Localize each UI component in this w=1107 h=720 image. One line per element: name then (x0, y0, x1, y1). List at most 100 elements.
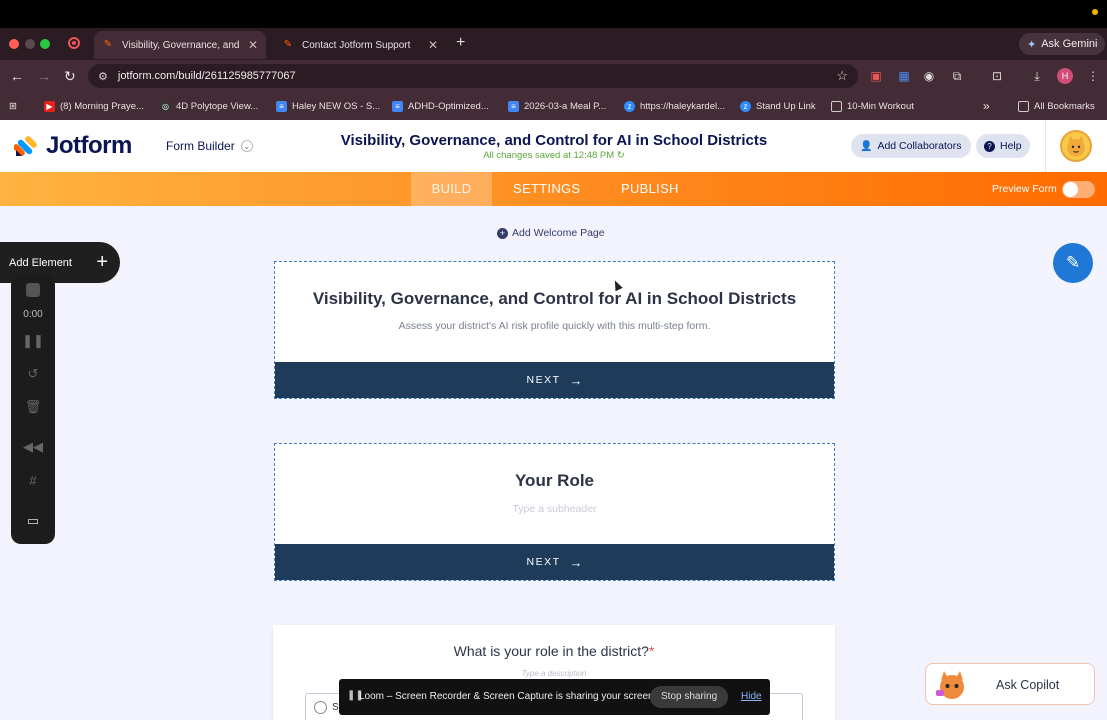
arrow-right-icon: → (569, 554, 583, 570)
subheader-placeholder[interactable]: Type a subheader (275, 503, 834, 515)
url-input[interactable]: ⚙ jotform.com/build/261125985777067 ☆ (88, 64, 858, 88)
zoom-icon: z (624, 100, 635, 112)
description-placeholder[interactable]: Type a description (273, 669, 835, 678)
zoom-icon: z (740, 100, 751, 112)
doc-icon: ≡ (508, 100, 519, 112)
form-title[interactable]: Visibility, Governance, and Control for … (300, 132, 808, 149)
chevron-down-icon: ⌄ (240, 140, 253, 152)
rewind-icon[interactable]: ◀◀ (11, 439, 55, 455)
screen: ✎ Visibility, Governance, and Co ✕ ✎ Con… (0, 0, 1107, 720)
download-icon[interactable]: ⤓ (1029, 68, 1045, 84)
bookmark-4d-polytope[interactable]: ◎ 4D Polytope View... (160, 98, 258, 114)
bookmark-10min-workout[interactable]: 10-Min Workout (831, 98, 914, 114)
form-designer-button[interactable]: ✎ (1053, 243, 1093, 283)
extension-calendar-icon[interactable]: ▣ (868, 68, 884, 84)
screen-share-bar: ❚❚ Loom – Screen Recorder & Screen Captu… (339, 679, 770, 715)
tab-search-icon[interactable]: ⊡ (989, 68, 1005, 84)
extension-camera-icon[interactable]: ◉ (921, 68, 937, 84)
close-tab-icon[interactable]: ✕ (248, 38, 258, 52)
hide-share-bar-link[interactable]: Hide (741, 691, 762, 702)
copilot-cat-icon (936, 671, 964, 699)
minimize-window-icon[interactable] (25, 39, 35, 49)
next-button[interactable]: NEXT → (275, 362, 834, 398)
gemini-spark-icon: ✦ (1027, 38, 1037, 51)
apps-grid-icon[interactable]: ⊞ (9, 98, 17, 114)
os-top-bar (0, 0, 1107, 28)
bookmark-meal-plan[interactable]: ≡ 2026-03-a Meal P... (508, 98, 606, 114)
preview-form-label: Preview Form (992, 183, 1057, 195)
bookmark-haley-os[interactable]: ≡ Haley NEW OS - S... (276, 98, 380, 114)
profile-avatar[interactable]: H (1057, 68, 1073, 84)
extension-meet-icon[interactable]: ▦ (896, 68, 912, 84)
tab-settings[interactable]: SETTINGS (513, 172, 580, 206)
tab-visibility-governance[interactable]: ✎ Visibility, Governance, and Co ✕ (94, 31, 266, 59)
back-icon[interactable]: ← (10, 68, 24, 84)
form-card-your-role[interactable]: Your Role Type a subheader NEXT → (274, 443, 835, 581)
browser-tab-strip: ✎ Visibility, Governance, and Co ✕ ✎ Con… (0, 28, 1107, 60)
stop-sharing-button[interactable]: Stop sharing (650, 686, 729, 708)
form-card-intro[interactable]: Visibility, Governance, and Control for … (274, 261, 835, 399)
next-button[interactable]: NEXT → (275, 544, 834, 580)
pause-icon[interactable]: ❚❚ (11, 333, 55, 349)
tab-publish[interactable]: PUBLISH (621, 172, 679, 206)
doc-icon: ≡ (276, 100, 287, 112)
radio-icon[interactable] (314, 701, 327, 714)
bookmark-stand-up[interactable]: z Stand Up Link (740, 98, 816, 114)
folder-icon (831, 100, 842, 112)
paint-roller-icon: ✎ (1065, 253, 1081, 272)
recording-timer: 0:00 (23, 309, 43, 320)
help-button[interactable]: ? Help (976, 134, 1030, 158)
bookmarks-bar: ⊞ ▶ (8) Morning Praye... ◎ 4D Polytope Vie… (0, 92, 1107, 120)
notification-dot-icon (1092, 9, 1098, 15)
ask-gemini-button[interactable]: ✦ Ask Gemini (1019, 33, 1106, 55)
tab-build[interactable]: BUILD (411, 172, 492, 206)
cat-avatar-icon (1067, 135, 1085, 157)
camera-icon[interactable]: ▭ (11, 513, 55, 529)
plus-circle-icon: + (497, 227, 508, 239)
bookmark-adhd[interactable]: ≡ ADHD-Optimized... (392, 98, 489, 114)
add-welcome-page-button[interactable]: + Add Welcome Page (497, 227, 605, 239)
forward-icon[interactable]: → (37, 68, 51, 84)
ask-copilot-button[interactable]: Ask Copilot (925, 663, 1095, 705)
saved-status: All changes saved at 12:48 PM ↻ (483, 150, 625, 161)
card-title[interactable]: Visibility, Governance, and Control for … (275, 289, 834, 309)
site-settings-icon[interactable]: ⚙ (98, 70, 108, 83)
browser-menu-icon[interactable]: ⋮ (1085, 68, 1101, 84)
header-divider (1045, 120, 1046, 172)
user-avatar[interactable] (1060, 130, 1092, 162)
reload-icon[interactable]: ↻ (64, 68, 76, 84)
question-icon: ? (984, 140, 995, 152)
doc-icon: ≡ (392, 100, 403, 112)
plus-icon: + (96, 251, 108, 273)
new-tab-icon[interactable]: + (456, 34, 465, 52)
bookmark-star-icon[interactable]: ☆ (836, 68, 848, 84)
extensions-puzzle-icon[interactable]: ⧉ (949, 68, 965, 84)
user-icon: 👤 (860, 140, 873, 152)
form-builder-dropdown[interactable]: Form Builder ⌄ (166, 139, 253, 153)
bookmark-morning-prayer[interactable]: ▶ (8) Morning Praye... (44, 98, 144, 114)
bookmark-haleykardel[interactable]: z https://haleykardel... (624, 98, 725, 114)
recording-indicator-icon (68, 37, 80, 49)
close-tab-icon[interactable]: ✕ (428, 38, 438, 52)
preview-form-toggle[interactable] (1062, 181, 1095, 198)
add-collaborators-button[interactable]: 👤 Add Collaborators (851, 134, 971, 158)
stop-recording-icon[interactable] (11, 283, 55, 300)
close-window-icon[interactable] (9, 39, 19, 49)
maximize-window-icon[interactable] (40, 39, 50, 49)
more-bookmarks-icon[interactable]: » (983, 98, 990, 114)
card-title[interactable]: Your Role (275, 471, 834, 491)
card-subtitle[interactable]: Assess your district's AI risk profile q… (275, 320, 834, 332)
globe-icon: ◎ (160, 100, 171, 112)
folder-icon (1018, 100, 1029, 112)
all-bookmarks[interactable]: All Bookmarks (1018, 98, 1095, 114)
jotform-favicon-icon: ✎ (283, 39, 293, 50)
draw-icon[interactable]: # (11, 473, 55, 488)
tab-contact-support[interactable]: ✎ Contact Jotform Support ✕ (274, 31, 446, 59)
restart-icon[interactable]: ↺ (11, 366, 55, 382)
jotform-logo[interactable]: Jotform (14, 132, 132, 160)
youtube-icon: ▶ (44, 100, 55, 112)
question-label[interactable]: What is your role in the district?* (273, 643, 835, 659)
jotform-favicon-icon: ✎ (103, 39, 113, 50)
address-bar-row: ← → ↻ ⚙ jotform.com/build/26112598577706… (0, 60, 1107, 92)
trash-icon[interactable]: 🗑 (11, 399, 55, 415)
